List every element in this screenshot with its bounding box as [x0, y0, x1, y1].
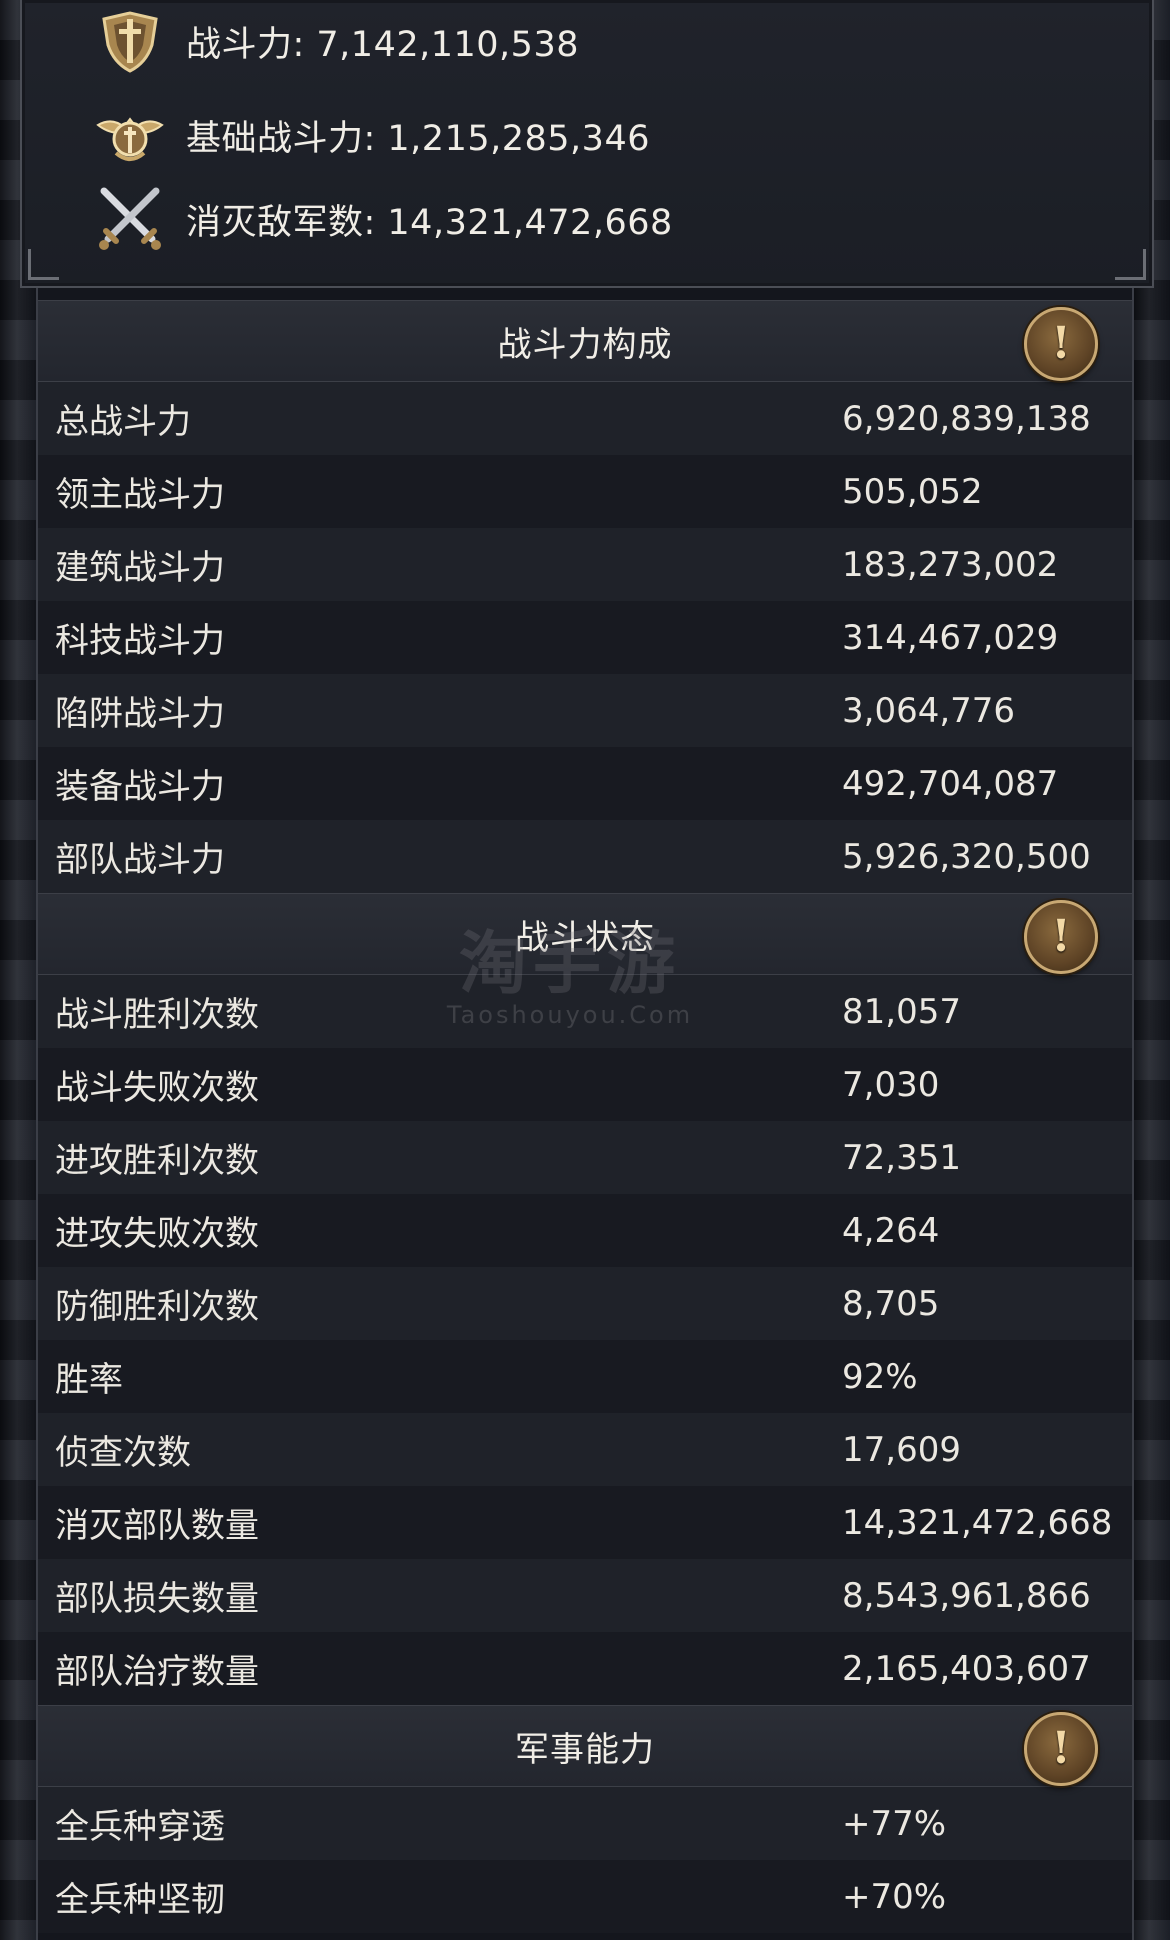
stat-label: 全兵种坚韧: [55, 1880, 225, 1920]
stat-value: 314,467,029: [842, 617, 1059, 658]
stat-value: 505,052: [842, 471, 983, 512]
right-frame-pillar: [1132, 0, 1170, 1940]
winged-emblem-icon: [94, 99, 166, 171]
stat-label: 全兵种穿透: [55, 1807, 225, 1847]
battle-status-info-button[interactable]: !: [1024, 900, 1098, 974]
left-frame-pillar: [0, 0, 38, 1940]
stats-list: 战斗力构成 ! 总战斗力 6,920,839,138 领主战斗力 505,052 建…: [38, 300, 1132, 1933]
stat-value: 7,030: [842, 1064, 940, 1105]
stat-row: 进攻失败次数 4,264: [38, 1194, 1132, 1267]
enemies-destroyed-text: 消灭敌军数: 14,321,472,668: [186, 202, 673, 243]
stat-row: 部队战斗力 5,926,320,500: [38, 820, 1132, 893]
stat-label: 科技战斗力: [55, 621, 225, 661]
stat-value: 8,543,961,866: [842, 1575, 1091, 1616]
stat-value: 72,351: [842, 1137, 961, 1178]
stat-value: 183,273,002: [842, 544, 1059, 585]
stat-row: 总战斗力 6,920,839,138: [38, 382, 1132, 455]
stat-label: 建筑战斗力: [55, 548, 225, 588]
stat-row: 科技战斗力 314,467,029: [38, 601, 1132, 674]
stat-value: 6,920,839,138: [842, 398, 1091, 439]
military-ability-info-button[interactable]: !: [1024, 1712, 1098, 1786]
stat-row: 领主战斗力 505,052: [38, 455, 1132, 528]
stat-value: 17,609: [842, 1429, 961, 1470]
exclamation-icon: !: [1051, 318, 1071, 369]
stat-label: 战斗胜利次数: [55, 995, 259, 1035]
stat-value: +70%: [842, 1876, 947, 1917]
power-composition-info-button[interactable]: !: [1024, 307, 1098, 381]
stat-label: 装备战斗力: [55, 767, 225, 807]
stat-row: 部队治疗数量 2,165,403,607: [38, 1632, 1132, 1705]
shield-sword-emblem-icon: [94, 5, 166, 77]
stat-row: 胜率 92%: [38, 1340, 1132, 1413]
exclamation-icon: !: [1051, 911, 1071, 962]
section-title: 战斗力构成: [497, 324, 673, 365]
power-summary-panel: 战斗力: 7,142,110,538 基础战斗力: 1,215,285,346 …: [20, 0, 1154, 288]
panel-corner-ornament: [28, 249, 59, 280]
stat-row: 陷阱战斗力 3,064,776: [38, 674, 1132, 747]
stat-value: 492,704,087: [842, 763, 1059, 804]
crossed-swords-icon: [94, 183, 166, 255]
stat-row: 防御胜利次数 8,705: [38, 1267, 1132, 1340]
section-header-power-composition: 战斗力构成 !: [38, 300, 1132, 382]
stat-row: 部队损失数量 8,543,961,866: [38, 1559, 1132, 1632]
stat-value: +77%: [842, 1803, 947, 1844]
stat-value: 81,057: [842, 991, 961, 1032]
stat-value: 2,165,403,607: [842, 1648, 1091, 1689]
stat-row: 建筑战斗力 183,273,002: [38, 528, 1132, 601]
panel-corner-ornament: [1115, 249, 1146, 280]
base-combat-power-text: 基础战斗力: 1,215,285,346: [186, 118, 650, 159]
stat-label: 领主战斗力: [55, 475, 225, 515]
stat-value: 8,705: [842, 1283, 940, 1324]
stat-row: 全兵种坚韧 +70%: [38, 1860, 1132, 1933]
stat-label: 进攻失败次数: [55, 1214, 259, 1254]
stat-label: 进攻胜利次数: [55, 1141, 259, 1181]
stat-value: 92%: [842, 1356, 918, 1397]
stat-label: 部队治疗数量: [55, 1652, 259, 1692]
section-header-battle-status: 战斗状态 !: [38, 893, 1132, 975]
stat-row: 进攻胜利次数 72,351: [38, 1121, 1132, 1194]
section-title: 战斗状态: [515, 917, 655, 958]
stat-label: 战斗失败次数: [55, 1068, 259, 1108]
section-header-military-ability: 军事能力 !: [38, 1705, 1132, 1787]
stat-value: 3,064,776: [842, 690, 1016, 731]
stat-label: 陷阱战斗力: [55, 694, 225, 734]
stat-label: 总战斗力: [55, 402, 191, 442]
stat-row: 侦查次数 17,609: [38, 1413, 1132, 1486]
stat-row: 装备战斗力 492,704,087: [38, 747, 1132, 820]
stat-label: 部队损失数量: [55, 1579, 259, 1619]
stat-row: 全兵种穿透 +77%: [38, 1787, 1132, 1860]
stat-row: 消灭部队数量 14,321,472,668: [38, 1486, 1132, 1559]
stat-value: 5,926,320,500: [842, 836, 1091, 877]
enemies-destroyed-stat: 消灭敌军数: 14,321,472,668: [94, 184, 673, 254]
stat-label: 胜率: [55, 1360, 123, 1400]
stat-label: 消灭部队数量: [55, 1506, 259, 1546]
stat-label: 部队战斗力: [55, 840, 225, 880]
stat-value: 4,264: [842, 1210, 940, 1251]
stat-label: 侦查次数: [55, 1433, 191, 1473]
combat-power-text: 战斗力: 7,142,110,538: [186, 24, 579, 65]
stat-row: 战斗失败次数 7,030: [38, 1048, 1132, 1121]
base-combat-power-stat: 基础战斗力: 1,215,285,346: [94, 100, 650, 170]
combat-power-stat: 战斗力: 7,142,110,538: [94, 6, 579, 76]
stat-value: 14,321,472,668: [842, 1502, 1113, 1543]
section-title: 军事能力: [515, 1729, 655, 1770]
exclamation-icon: !: [1051, 1723, 1071, 1774]
stat-label: 防御胜利次数: [55, 1287, 259, 1327]
stat-row: 战斗胜利次数 81,057: [38, 975, 1132, 1048]
